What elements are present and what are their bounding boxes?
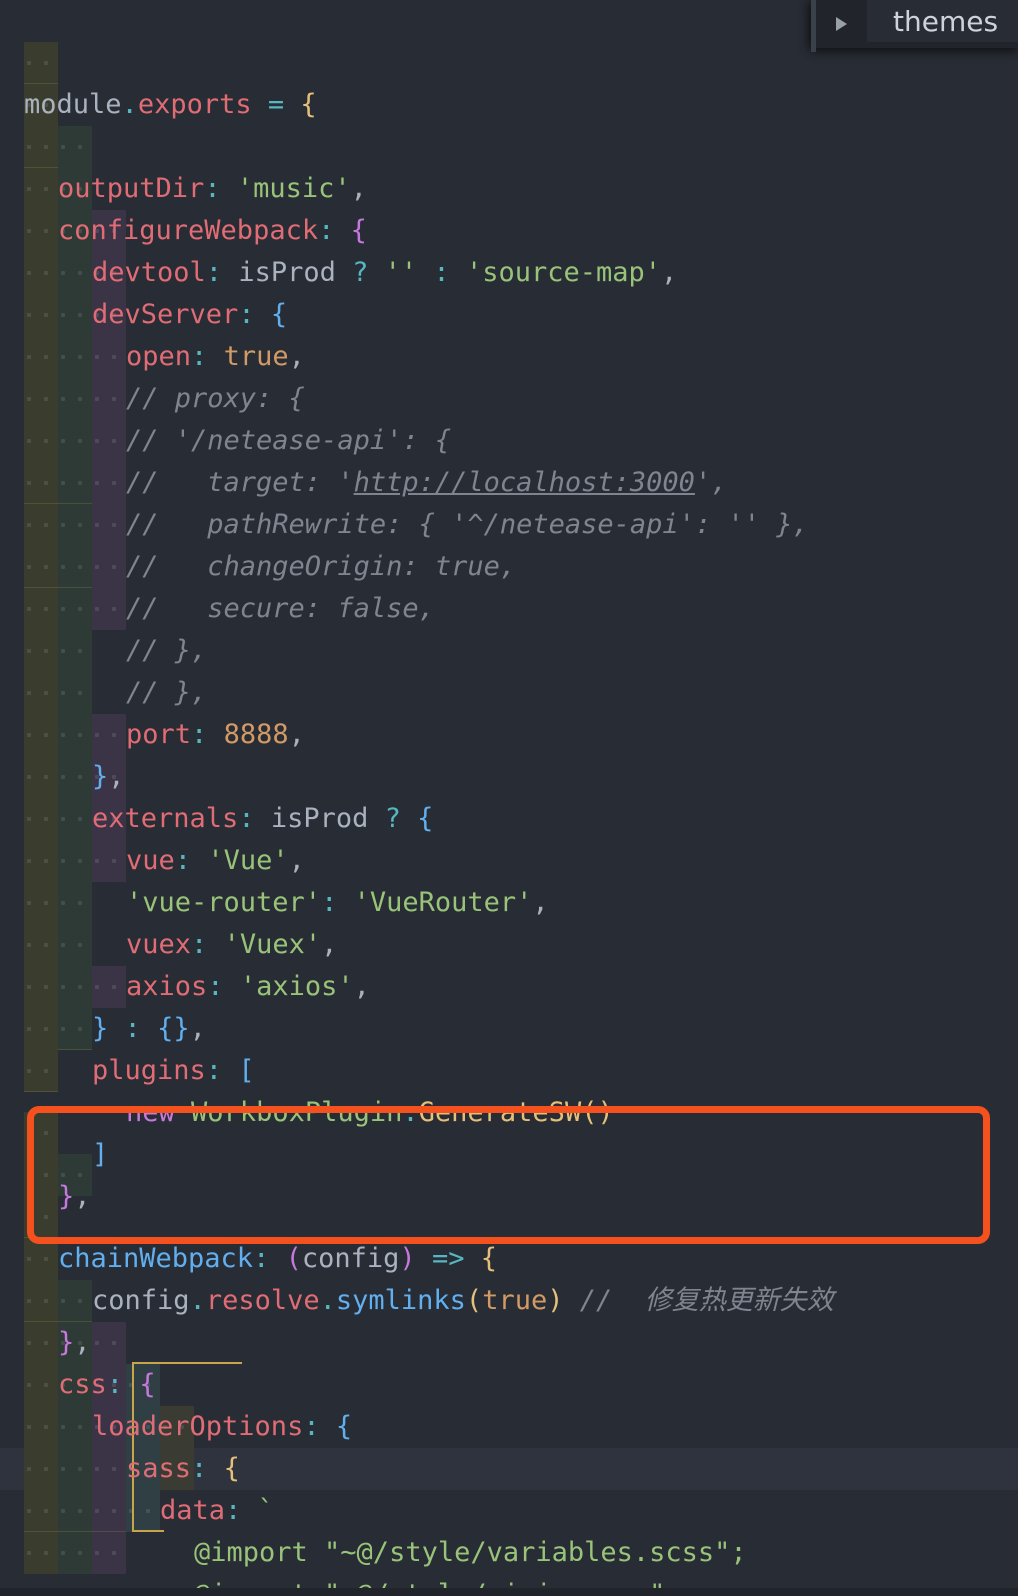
code-line-text: ] <box>92 1139 109 1170</box>
code-line-text: } : {}, <box>92 1013 206 1044</box>
triangle-right-icon[interactable] <box>836 17 847 31</box>
code-line-text: 'vue-router': 'VueRouter', <box>126 887 549 918</box>
code-line-text: outputDir: 'music', <box>58 173 367 204</box>
code-line-text: devtool: isProd ? '' : 'source-map', <box>92 257 678 288</box>
code-line-text: port: 8888, <box>126 719 305 750</box>
code-line-text: loaderOptions: { <box>92 1411 353 1442</box>
code-line-text: // proxy: { <box>126 383 305 414</box>
code-line-text: vue: 'Vue', <box>126 845 305 876</box>
code-line-text: // changeOrigin: true, <box>126 551 517 582</box>
code-line-text: }, <box>58 1327 91 1358</box>
code-line-text: }, <box>58 1181 91 1212</box>
code-line-text: vuex: 'Vuex', <box>126 929 338 960</box>
code-line-text: css: { <box>58 1369 156 1400</box>
code-line-text: axios: 'axios', <box>126 971 370 1002</box>
code-line-text: configureWebpack: { <box>58 215 367 246</box>
panel-left-edge <box>811 0 816 52</box>
themes-tab[interactable]: themes <box>867 0 1018 42</box>
code-line[interactable]: outputDir: 'music', <box>0 42 1018 204</box>
code-line-text: // target: 'http://localhost:3000', <box>126 467 728 498</box>
code-line-text: devServer: { <box>92 299 288 330</box>
code-line-text: open: true, <box>126 341 305 372</box>
indent-guides <box>24 126 92 168</box>
code-editor[interactable]: module.exports = { outputDir: 'music', c… <box>0 0 1018 1596</box>
code-line-text: externals: isProd ? { <box>92 803 434 834</box>
code-line-text: sass: { <box>126 1453 240 1484</box>
indent-guides <box>24 42 58 84</box>
code-line-text: // }, <box>126 635 208 666</box>
themes-panel[interactable]: themes <box>811 0 1018 52</box>
code-line-text: }, <box>92 761 125 792</box>
code-line-text: // pathRewrite: { '^/netease-api': '' }, <box>126 509 809 540</box>
comment-url[interactable]: http://localhost:3000 <box>354 467 695 498</box>
code-line-text: config.resolve.symlinks(true) // 修复热更新失效 <box>92 1285 834 1316</box>
code-line-text: // '/netease-api': { <box>126 425 452 456</box>
code-line-text: // secure: false, <box>126 593 435 624</box>
bottom-bar <box>0 1588 1018 1596</box>
code-line-text: data: ` <box>160 1495 274 1526</box>
themes-label: themes <box>893 4 999 38</box>
code-line-text: plugins: [ <box>92 1055 255 1086</box>
editor-window: module.exports = { outputDir: 'music', c… <box>0 0 1018 1596</box>
code-line-text: new WorkboxPlugin.GenerateSW() <box>126 1097 614 1128</box>
code-line-text: // }, <box>126 677 208 708</box>
code-line-text: chainWebpack: (config) => { <box>58 1243 497 1274</box>
code-line-text: module.exports = { <box>24 89 317 120</box>
code-line[interactable]: devtool: isProd ? '' : 'source-map', <box>0 126 1018 288</box>
code-line-text: @import "~@/style/variables.scss"; <box>194 1537 747 1568</box>
